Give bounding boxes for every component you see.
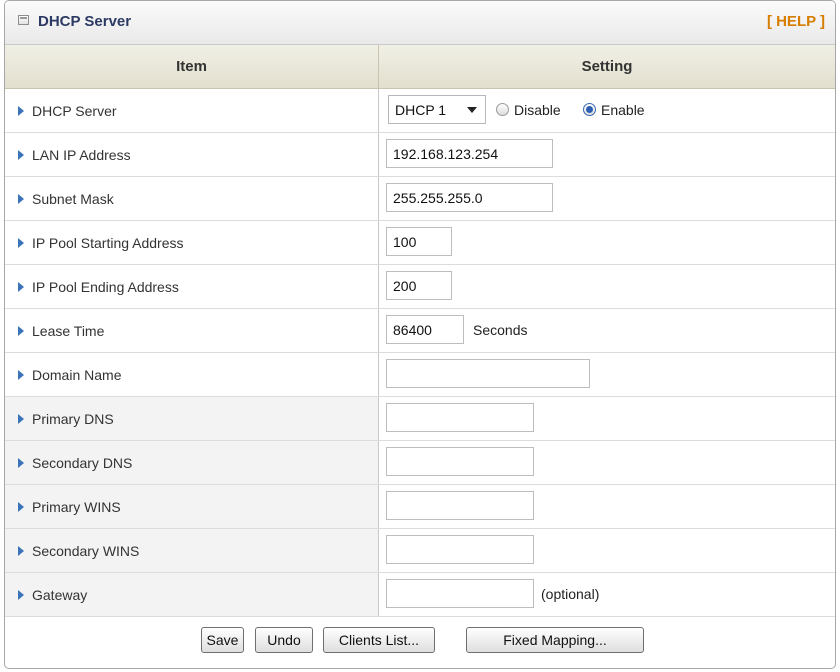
row-lan-ip-address: LAN IP Address: [5, 133, 835, 177]
lease-time-input[interactable]: [386, 315, 464, 344]
row-primary-wins: Primary WINS: [5, 485, 835, 529]
fixed-mapping-button[interactable]: Fixed Mapping...: [466, 627, 644, 653]
row-label: Domain Name: [32, 367, 122, 383]
column-header-setting: Setting: [379, 45, 835, 89]
page-title: DHCP Server: [38, 13, 132, 30]
row-label: DHCP Server: [32, 103, 117, 119]
undo-button[interactable]: Undo: [255, 627, 313, 653]
row-label: Lease Time: [32, 323, 105, 339]
bullet-arrow-icon: [18, 150, 24, 160]
disable-radio[interactable]: [496, 103, 509, 116]
clients-list-button[interactable]: Clients List...: [323, 627, 435, 653]
row-label: Primary DNS: [32, 411, 114, 427]
save-button[interactable]: Save: [201, 627, 244, 653]
secondary-wins-input[interactable]: [386, 535, 534, 564]
ip-pool-end-input[interactable]: [386, 271, 452, 300]
enable-radio-label: Enable: [601, 102, 645, 118]
row-label: IP Pool Ending Address: [32, 279, 179, 295]
domain-name-input[interactable]: [386, 359, 590, 388]
secondary-dns-input[interactable]: [386, 447, 534, 476]
row-primary-dns: Primary DNS: [5, 397, 835, 441]
chevron-down-icon: [467, 107, 477, 113]
primary-wins-input[interactable]: [386, 491, 534, 520]
bullet-arrow-icon: [18, 590, 24, 600]
lan-ip-address-input[interactable]: [386, 139, 553, 168]
panel-titlebar: DHCP Server [ HELP ]: [5, 1, 835, 45]
disable-radio-label: Disable: [514, 102, 561, 118]
row-secondary-wins: Secondary WINS: [5, 529, 835, 573]
dhcp-server-panel: DHCP Server [ HELP ] Item Setting DHCP S…: [4, 0, 836, 669]
row-subnet-mask: Subnet Mask: [5, 177, 835, 221]
gateway-input[interactable]: [386, 579, 534, 608]
row-dhcp-server: DHCP Server DHCP 1 Disable Enable: [5, 89, 835, 133]
bullet-arrow-icon: [18, 502, 24, 512]
row-label: Primary WINS: [32, 499, 121, 515]
row-lease-time: Lease Time Seconds: [5, 309, 835, 353]
bullet-arrow-icon: [18, 282, 24, 292]
dhcp-pool-select[interactable]: DHCP 1: [388, 95, 486, 124]
bullet-arrow-icon: [18, 106, 24, 116]
row-label: Subnet Mask: [32, 191, 114, 207]
subnet-mask-input[interactable]: [386, 183, 553, 212]
row-label: Secondary DNS: [32, 455, 133, 471]
row-secondary-dns: Secondary DNS: [5, 441, 835, 485]
bullet-arrow-icon: [18, 546, 24, 556]
row-ip-pool-end: IP Pool Ending Address: [5, 265, 835, 309]
primary-dns-input[interactable]: [386, 403, 534, 432]
window-icon: [18, 15, 29, 25]
row-label: Secondary WINS: [32, 543, 140, 559]
row-ip-pool-start: IP Pool Starting Address: [5, 221, 835, 265]
enable-radio[interactable]: [583, 103, 596, 116]
dhcp-pool-select-value: DHCP 1: [395, 102, 447, 118]
bullet-arrow-icon: [18, 414, 24, 424]
bullet-arrow-icon: [18, 326, 24, 336]
bullet-arrow-icon: [18, 238, 24, 248]
row-domain-name: Domain Name: [5, 353, 835, 397]
bullet-arrow-icon: [18, 194, 24, 204]
lease-time-unit: Seconds: [473, 322, 528, 338]
help-link[interactable]: [ HELP ]: [767, 13, 825, 30]
row-label: LAN IP Address: [32, 147, 131, 163]
column-header-item: Item: [5, 45, 379, 89]
action-buttons: Save Undo Clients List... Fixed Mapping.…: [5, 621, 835, 668]
row-label: IP Pool Starting Address: [32, 235, 184, 251]
gateway-optional-note: (optional): [541, 586, 600, 602]
row-gateway: Gateway (optional): [5, 573, 835, 617]
row-label: Gateway: [32, 587, 88, 603]
bullet-arrow-icon: [18, 370, 24, 380]
ip-pool-start-input[interactable]: [386, 227, 452, 256]
bullet-arrow-icon: [18, 458, 24, 468]
